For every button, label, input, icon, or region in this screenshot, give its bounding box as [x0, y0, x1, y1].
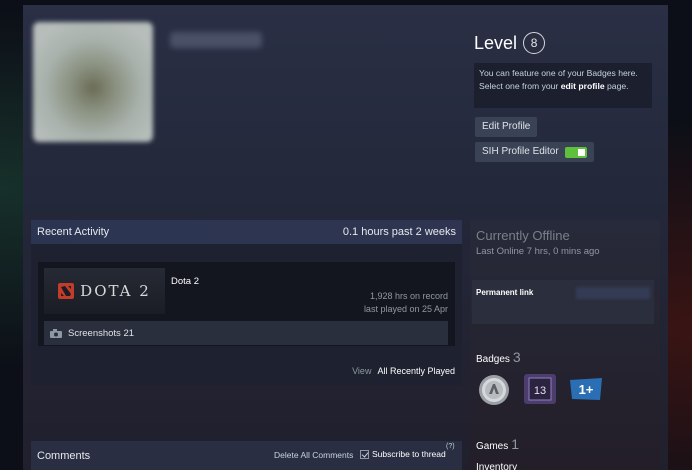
comments-title: Comments: [37, 449, 91, 462]
game-capsule[interactable]: DOTA 2: [44, 268, 165, 314]
featured-badge-hint: You can feature one of your Badges here.…: [474, 63, 652, 108]
recent-activity-header: Recent Activity 0.1 hours past 2 weeks: [31, 220, 462, 244]
permanent-link-value-blurred[interactable]: [576, 287, 650, 299]
games-link[interactable]: Games 1: [476, 436, 519, 452]
edit-profile-button[interactable]: Edit Profile: [475, 117, 538, 137]
persona-name-blurred: [170, 32, 262, 48]
games-label: Games: [476, 441, 509, 452]
games-count: 1: [511, 436, 520, 452]
view-label: View: [352, 366, 372, 376]
recent-activity-hours: 0.1 hours past 2 weeks: [342, 226, 456, 238]
last-online: Last Online 7 hrs, 0 mins ago: [476, 246, 600, 257]
level-label: Level: [474, 32, 518, 53]
screenshots-link[interactable]: Screenshots 21: [44, 321, 448, 345]
subscribe-checkbox[interactable]: [360, 449, 369, 459]
subscribe-to-thread[interactable]: Subscribe to thread: [360, 449, 446, 459]
dota-logo-icon: [58, 283, 75, 299]
all-recently-played-link[interactable]: All Recently Played: [377, 366, 455, 376]
game-logo-text: DOTA 2: [80, 282, 151, 300]
game-name-link[interactable]: Dota 2: [171, 276, 199, 287]
avatar[interactable]: [33, 22, 153, 142]
camera-icon: [50, 328, 62, 338]
coin-badge-icon[interactable]: [478, 374, 510, 406]
level-badge[interactable]: 8: [523, 32, 546, 54]
permanent-link-label: Permanent link: [476, 288, 534, 297]
game-last-played: last played on 25 Apr: [363, 304, 448, 314]
recent-activity-title: Recent Activity: [37, 226, 110, 238]
profile-sidebar: [470, 220, 660, 470]
edit-profile-link[interactable]: edit profile: [561, 81, 605, 91]
online-status: Currently Offline: [476, 228, 570, 243]
badges-link[interactable]: Badges 3: [476, 349, 521, 365]
subscribe-label: Subscribe to thread: [372, 449, 446, 459]
badge-1plus-icon[interactable]: 1+: [568, 377, 604, 401]
inventory-link[interactable]: Inventory: [476, 462, 517, 470]
game-hours-on-record: 1,928 hrs on record: [369, 291, 448, 301]
badges-count: 3: [512, 349, 521, 365]
view-all-recently-played: View All Recently Played: [352, 366, 455, 376]
screenshots-label: Screenshots 21: [68, 327, 135, 339]
badge-13-icon[interactable]: 13: [523, 373, 557, 405]
badge-13-text: 13: [534, 385, 546, 397]
sih-profile-editor-button[interactable]: SIH Profile Editor: [475, 142, 594, 162]
badge-hint-end: page.: [604, 81, 629, 91]
sih-profile-editor-label: SIH Profile Editor: [482, 146, 559, 157]
badge-1plus-text: 1+: [579, 382, 594, 397]
delete-all-comments-link[interactable]: Delete All Comments: [274, 450, 353, 460]
badges-label: Badges: [476, 354, 510, 365]
sih-toggle[interactable]: [564, 146, 587, 158]
help-icon[interactable]: (?): [446, 443, 455, 450]
level-display: Level 8: [474, 32, 546, 54]
